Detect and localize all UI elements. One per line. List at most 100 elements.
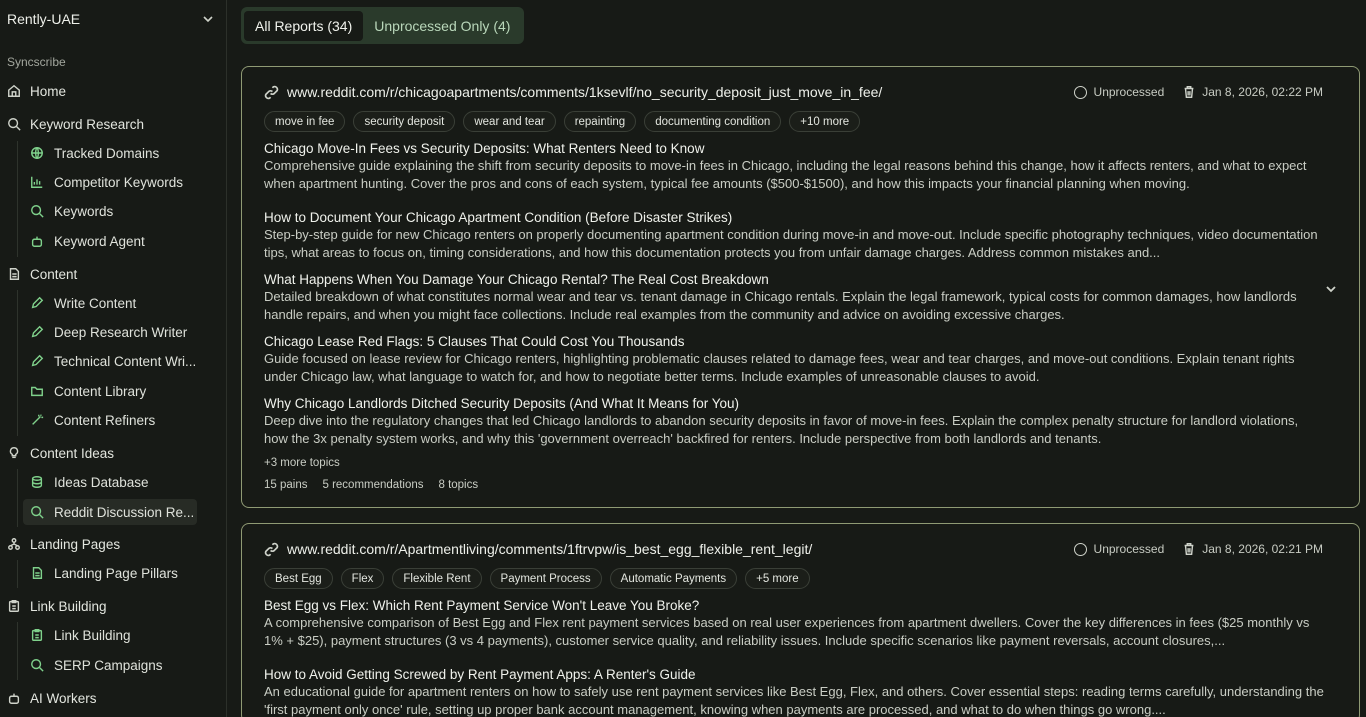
tag: Flex xyxy=(340,568,385,589)
clipboard-icon xyxy=(6,598,22,614)
nav-ai-workers[interactable]: AI Workers xyxy=(6,685,97,711)
globe-icon xyxy=(29,145,45,161)
pencil-icon xyxy=(29,353,45,369)
sidebar-item-label: SERP Campaigns xyxy=(54,657,163,673)
report-date: Jan 8, 2026, 02:22 PM xyxy=(1202,85,1323,99)
tag: repainting xyxy=(563,111,637,132)
tag-list: Best Egg Flex Flexible Rent Payment Proc… xyxy=(264,568,810,589)
nav-home[interactable]: Home xyxy=(6,78,66,104)
sidebar-item-tracked-domains[interactable]: Tracked Domains xyxy=(23,140,197,166)
more-topics-link[interactable]: +3 more topics xyxy=(264,457,340,469)
sidebar-item-label: Ideas Database xyxy=(54,474,149,490)
nav-content[interactable]: Content xyxy=(6,261,77,287)
sidebar: Rently-UAE Syncscribe Home Keyword Resea… xyxy=(0,0,227,717)
topic-title: How to Document Your Chicago Apartment C… xyxy=(264,210,733,225)
report-meta: Unprocessed Jan 8, 2026, 02:21 PM xyxy=(1073,542,1323,556)
status-circle-icon[interactable] xyxy=(1073,85,1087,99)
document-icon xyxy=(6,266,22,282)
tag-list: move in fee security deposit wear and te… xyxy=(264,111,861,132)
report-card[interactable]: www.reddit.com/r/Apartmentliving/comment… xyxy=(241,523,1360,717)
sidebar-item-reddit-discussion-reports[interactable]: Reddit Discussion Re... xyxy=(23,499,197,525)
topic-description: Deep dive into the regulatory changes th… xyxy=(264,413,1299,446)
divider xyxy=(17,290,18,436)
status-circle-icon[interactable] xyxy=(1073,542,1087,556)
nav-link-building[interactable]: Link Building xyxy=(6,593,107,619)
nav-landing-pages[interactable]: Landing Pages xyxy=(6,531,120,557)
sidebar-item-competitor-keywords[interactable]: Competitor Keywords xyxy=(23,169,197,195)
nav-content-label: Content xyxy=(30,266,78,282)
folder-icon xyxy=(29,383,45,399)
report-url-text: www.reddit.com/r/Apartmentliving/comment… xyxy=(287,541,813,557)
report-stats: 15 pains 5 recommendations 8 topics xyxy=(264,479,478,491)
sidebar-item-technical-content-writer[interactable]: Technical Content Wri... xyxy=(23,348,197,374)
more-tags[interactable]: +10 more xyxy=(789,111,861,132)
sidebar-item-label: Write Content xyxy=(54,295,137,311)
topic-title: What Happens When You Damage Your Chicag… xyxy=(264,272,769,287)
sidebar-item-label: Content Library xyxy=(54,383,147,399)
sidebar-item-label: Keyword Agent xyxy=(54,233,145,249)
tag: security deposit xyxy=(353,111,456,132)
sidebar-item-link-building[interactable]: Link Building xyxy=(23,622,197,648)
tag: move in fee xyxy=(264,111,346,132)
sidebar-item-write-content[interactable]: Write Content xyxy=(23,290,197,316)
chevron-down-icon[interactable] xyxy=(1325,282,1337,294)
link-icon xyxy=(264,85,279,99)
report-filter-tabs: All Reports (34) Unprocessed Only (4) xyxy=(241,7,525,44)
more-tags[interactable]: +5 more xyxy=(745,568,810,589)
topic-title: Chicago Lease Red Flags: 5 Clauses That … xyxy=(264,334,685,349)
search-icon xyxy=(6,116,22,132)
chevron-down-icon xyxy=(203,16,213,23)
tag: Automatic Payments xyxy=(609,568,738,589)
topic-item: Best Egg vs Flex: Which Rent Payment Ser… xyxy=(264,597,1324,650)
link-icon xyxy=(264,542,279,556)
sidebar-item-keyword-agent[interactable]: Keyword Agent xyxy=(23,228,197,254)
topic-description: Step-by-step guide for new Chicago rente… xyxy=(264,227,1318,260)
sidebar-item-serp-campaigns[interactable]: SERP Campaigns xyxy=(23,652,197,678)
topic-description: Detailed breakdown of what constitutes n… xyxy=(264,289,1297,322)
robot-icon xyxy=(29,233,45,249)
sidebar-item-label: Content Refiners xyxy=(54,412,156,428)
workspace-switcher[interactable]: Rently-UAE xyxy=(7,8,214,30)
topic-item: How to Avoid Getting Screwed by Rent Pay… xyxy=(264,666,1324,717)
sitemap-icon xyxy=(6,536,22,552)
trash-icon[interactable] xyxy=(1182,85,1196,99)
tab-all-reports[interactable]: All Reports (34) xyxy=(244,10,364,41)
sidebar-item-label: Deep Research Writer xyxy=(54,324,188,340)
database-icon xyxy=(29,474,45,490)
sidebar-item-content-library[interactable]: Content Library xyxy=(23,378,197,404)
topic-description: A comprehensive comparison of Best Egg a… xyxy=(264,615,1310,648)
lightbulb-icon xyxy=(6,445,22,461)
nav-home-label: Home xyxy=(30,83,67,99)
nav-keyword-research-label: Keyword Research xyxy=(30,116,145,132)
sidebar-item-landing-page-pillars[interactable]: Landing Page Pillars xyxy=(23,560,197,586)
status-badge: Unprocessed xyxy=(1093,542,1165,556)
tab-unprocessed-only[interactable]: Unprocessed Only (4) xyxy=(363,11,521,41)
bar-chart-icon xyxy=(29,174,45,190)
report-url-text: www.reddit.com/r/chicagoapartments/comme… xyxy=(287,84,883,100)
search-icon xyxy=(29,504,45,520)
tag: wear and tear xyxy=(463,111,556,132)
report-url[interactable]: www.reddit.com/r/Apartmentliving/comment… xyxy=(264,541,812,557)
sidebar-item-keywords[interactable]: Keywords xyxy=(23,198,197,224)
report-card[interactable]: www.reddit.com/r/chicagoapartments/comme… xyxy=(241,66,1360,508)
topic-item: Why Chicago Landlords Ditched Security D… xyxy=(264,395,1324,448)
sidebar-item-label: Tracked Domains xyxy=(54,145,160,161)
sidebar-item-label: Technical Content Wri... xyxy=(54,353,197,369)
sidebar-item-deep-research-writer[interactable]: Deep Research Writer xyxy=(23,319,197,345)
nav-keyword-research[interactable]: Keyword Research xyxy=(6,111,144,137)
sidebar-item-label: Link Building xyxy=(54,627,131,643)
topic-item: Chicago Move-In Fees vs Security Deposit… xyxy=(264,140,1324,193)
topic-title: How to Avoid Getting Screwed by Rent Pay… xyxy=(264,667,696,682)
nav-content-ideas-label: Content Ideas xyxy=(30,445,115,461)
report-url[interactable]: www.reddit.com/r/chicagoapartments/comme… xyxy=(264,84,882,100)
search-icon xyxy=(29,657,45,673)
sidebar-item-label: Competitor Keywords xyxy=(54,174,184,190)
nav-content-ideas[interactable]: Content Ideas xyxy=(6,440,114,466)
tag: documenting condition xyxy=(644,111,782,132)
stat-recommendations: 5 recommendations xyxy=(322,479,424,491)
trash-icon[interactable] xyxy=(1182,542,1196,556)
sidebar-item-content-refiners[interactable]: Content Refiners xyxy=(23,407,197,433)
home-icon xyxy=(6,83,22,99)
sidebar-item-ideas-database[interactable]: Ideas Database xyxy=(23,469,197,495)
sidebar-item-label: Reddit Discussion Re... xyxy=(54,504,195,520)
